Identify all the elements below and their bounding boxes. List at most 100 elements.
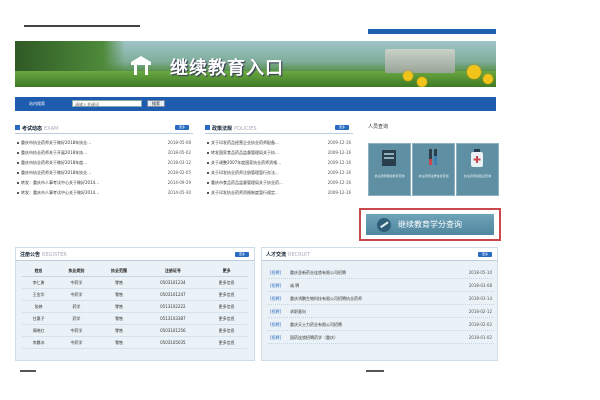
bullet-icon bbox=[207, 162, 209, 164]
list-item-title[interactable]: 重庆天士力药业有限公司招聘 bbox=[290, 322, 342, 328]
list-item[interactable]: 重庆市执业药师关于做好2018年执业... 2018-02-05 bbox=[15, 168, 193, 178]
list-item-title[interactable]: 重庆市执业药师关于做好2018年执业... bbox=[21, 170, 157, 176]
table-row: 李晨冰 中药学 零售 0503105035 更多信息 bbox=[22, 336, 248, 349]
footer-text-right bbox=[366, 370, 384, 372]
flower-icon bbox=[417, 77, 427, 87]
bullet-icon bbox=[17, 162, 19, 164]
register-title: 注册公告 bbox=[20, 252, 41, 258]
list-item[interactable]: 转发国家食品药品监督管理局关于执... 2009-12-16 bbox=[205, 148, 353, 158]
list-item[interactable]: 重庆市执业药师关于做好2018年度... 2018-03-12 bbox=[15, 158, 193, 168]
list-item-title[interactable]: 重庆鸿鹏生物科技有限公司招聘执业药师 bbox=[290, 296, 362, 302]
search-bar: 站内搜索 请输入关键词 搜索 bbox=[15, 97, 496, 111]
list-item-date: 2018-02-02 bbox=[468, 322, 492, 327]
table-cell: 药学 bbox=[55, 312, 98, 325]
table-cell: 中药学 bbox=[55, 324, 98, 337]
list-item[interactable]: 重庆市执业药师关于开展2018年执... 2018-05-02 bbox=[15, 148, 193, 158]
exam-news-list: 重庆市执业药师关于做好2018年执业... 2018-05-08 重庆市执业药师关于… bbox=[15, 138, 193, 198]
table-row: 周晓红 中药学 零售 0503101256 更多信息 bbox=[22, 324, 248, 337]
recruit-more-button[interactable]: 更多 bbox=[478, 252, 492, 257]
list-item-date: 2018-05-02 bbox=[167, 150, 191, 155]
list-item-title[interactable]: 转发：重庆市人事考试中心关于做好2014... bbox=[21, 180, 157, 186]
policy-more-button[interactable]: 更多 bbox=[335, 125, 349, 130]
more-info-link[interactable]: 更多信息 bbox=[205, 300, 248, 313]
list-item[interactable]: [招聘] 重庆圣新药业连锁有限公司招聘 2018-05-10 bbox=[268, 266, 494, 279]
more-info-link[interactable]: 更多信息 bbox=[205, 336, 248, 349]
bullet-icon bbox=[207, 192, 209, 194]
register-panel: 注册公告 REGISTER 更多 姓名 执业类别 执业范围 注册证号 更多 李仁勇 中药学零… bbox=[15, 247, 255, 361]
list-item-title[interactable]: 关于印发执业药师注册管理暂行办法... bbox=[211, 170, 317, 176]
register-more-button[interactable]: 更多 bbox=[235, 252, 249, 257]
list-item-title[interactable]: 关于调整2007年度国家执业药师资格... bbox=[211, 160, 317, 166]
search-label: 站内搜索 bbox=[29, 101, 45, 106]
exam-news-header: 考试动态 EXAM 更多 bbox=[15, 123, 193, 134]
list-item[interactable]: 转发：重庆市人事考试中心关于做好2014... 2014-05-30 bbox=[15, 188, 193, 198]
tile-continuing-education-query[interactable]: 执业药师继续教育查询 bbox=[368, 143, 411, 196]
recruit-tag: [招聘] bbox=[270, 322, 282, 327]
list-item-title[interactable]: 重庆市食品药品监督管理局关于执业药... bbox=[211, 180, 317, 186]
list-item-title[interactable]: 关于印发药品经营企业执业药师配备... bbox=[211, 140, 317, 146]
register-table: 姓名 执业类别 执业范围 注册证号 更多 李仁勇 中药学 零售 0503101234 更多信息王… bbox=[22, 266, 248, 349]
list-item-date: 2009-12-16 bbox=[327, 150, 351, 155]
more-info-link[interactable]: 更多信息 bbox=[205, 324, 248, 337]
list-item-title[interactable]: 转发：重庆市人事考试中心关于做好2014... bbox=[21, 190, 157, 196]
table-cell: 0503101234 bbox=[140, 276, 206, 289]
medicine-bottle-icon bbox=[471, 149, 483, 167]
tile-registration-query[interactable]: 执业药师注册信息查询 bbox=[412, 143, 455, 196]
list-item[interactable]: [招聘] 重庆鸿鹏生物科技有限公司招聘执业药师 2018-03-14 bbox=[268, 292, 494, 305]
flower-icon bbox=[483, 74, 493, 84]
list-item-date: 2009-12-16 bbox=[327, 170, 351, 175]
list-item-title[interactable]: 诚 聘 bbox=[290, 283, 299, 289]
list-item[interactable]: 转发：重庆市人事考试中心关于做好2014... 2014-09-29 bbox=[15, 178, 193, 188]
table-row: 王金华 中药学 零售 0503101247 更多信息 bbox=[22, 288, 248, 301]
more-info-link[interactable]: 更多信息 bbox=[205, 288, 248, 301]
search-button[interactable]: 搜索 bbox=[147, 100, 165, 107]
list-item-title[interactable]: 关于印发执业药师资格制度暂行规定... bbox=[211, 190, 317, 196]
list-item-date: 2009-12-16 bbox=[327, 160, 351, 165]
recruit-tag: [招聘] bbox=[270, 283, 282, 288]
list-item[interactable]: 关于印发执业药师注册管理暂行办法... 2009-12-16 bbox=[205, 168, 353, 178]
list-item-title[interactable]: 重庆圣新药业连锁有限公司招聘 bbox=[290, 270, 346, 276]
list-item-title[interactable]: 国药连锁招聘药学（重庆） bbox=[290, 335, 338, 341]
bullet-icon bbox=[17, 142, 19, 144]
list-item[interactable]: [招聘] 求职意向 2018-02-12 bbox=[268, 305, 494, 318]
list-item[interactable]: [招聘] 诚 聘 2018-03-08 bbox=[268, 279, 494, 292]
table-header-cell: 执业类别 bbox=[55, 266, 98, 277]
table-cell: 0503101247 bbox=[140, 288, 206, 301]
education-logo-icon bbox=[131, 56, 151, 75]
table-cell: 中药学 bbox=[55, 276, 98, 289]
list-item-title[interactable]: 求职意向 bbox=[290, 309, 306, 315]
table-cell: 零售 bbox=[97, 324, 141, 337]
tile-qualification-query[interactable]: 执业药师资格证查询 bbox=[456, 143, 499, 196]
list-item[interactable]: 关于印发执业药师资格制度暂行规定... 2009-12-16 bbox=[205, 188, 353, 198]
search-input[interactable]: 请输入关键词 bbox=[72, 100, 142, 107]
list-item[interactable]: 重庆市执业药师关于做好2018年执业... 2018-05-08 bbox=[15, 138, 193, 148]
list-item-title[interactable]: 转发国家食品药品监督管理局关于执... bbox=[211, 150, 317, 156]
exam-news-title: 考试动态 bbox=[22, 126, 43, 132]
list-item-date: 2018-05-10 bbox=[468, 270, 492, 275]
list-item[interactable]: 关于调整2007年度国家执业药师资格... 2009-12-16 bbox=[205, 158, 353, 168]
list-item[interactable]: 重庆市食品药品监督管理局关于执业药... 2009-12-16 bbox=[205, 178, 353, 188]
list-item[interactable]: 关于印发药品经营企业执业药师配备... 2009-12-16 bbox=[205, 138, 353, 148]
table-cell: 0503101256 bbox=[140, 324, 206, 337]
list-item-title[interactable]: 重庆市执业药师关于做好2018年执业... bbox=[21, 140, 157, 146]
recruit-list: [招聘] 重庆圣新药业连锁有限公司招聘 2018-05-10 [招聘] 诚 聘 2018-… bbox=[268, 266, 494, 344]
list-item[interactable]: [招聘] 国药连锁招聘药学（重庆） 2018-01-02 bbox=[268, 331, 494, 344]
bullet-icon bbox=[17, 192, 19, 194]
table-row: 李仁勇 中药学 零售 0503101234 更多信息 bbox=[22, 276, 248, 289]
list-item[interactable]: [招聘] 重庆天士力药业有限公司招聘 2018-02-02 bbox=[268, 318, 494, 331]
more-info-link[interactable]: 更多信息 bbox=[205, 276, 248, 289]
policy-title: 政策法规 bbox=[212, 126, 233, 132]
list-item-title[interactable]: 重庆市执业药师关于做好2018年度... bbox=[21, 160, 157, 166]
banner: 继续教育入口 bbox=[15, 41, 496, 87]
table-cell: 0513102222 bbox=[140, 300, 206, 313]
list-item-title[interactable]: 重庆市执业药师关于开展2018年执... bbox=[21, 150, 157, 156]
table-cell: 中药学 bbox=[55, 288, 98, 301]
table-row: 张婷 药学 零售 0513102222 更多信息 bbox=[22, 300, 248, 313]
table-cell: 零售 bbox=[97, 300, 141, 313]
list-item-date: 2014-09-29 bbox=[167, 180, 191, 185]
list-item-date: 2018-02-12 bbox=[468, 309, 492, 314]
exam-news-more-button[interactable]: 更多 bbox=[175, 125, 189, 130]
more-info-link[interactable]: 更多信息 bbox=[205, 312, 248, 325]
credit-query-button[interactable]: 继续教育学分查询 bbox=[366, 214, 494, 235]
book-icon bbox=[382, 150, 396, 166]
